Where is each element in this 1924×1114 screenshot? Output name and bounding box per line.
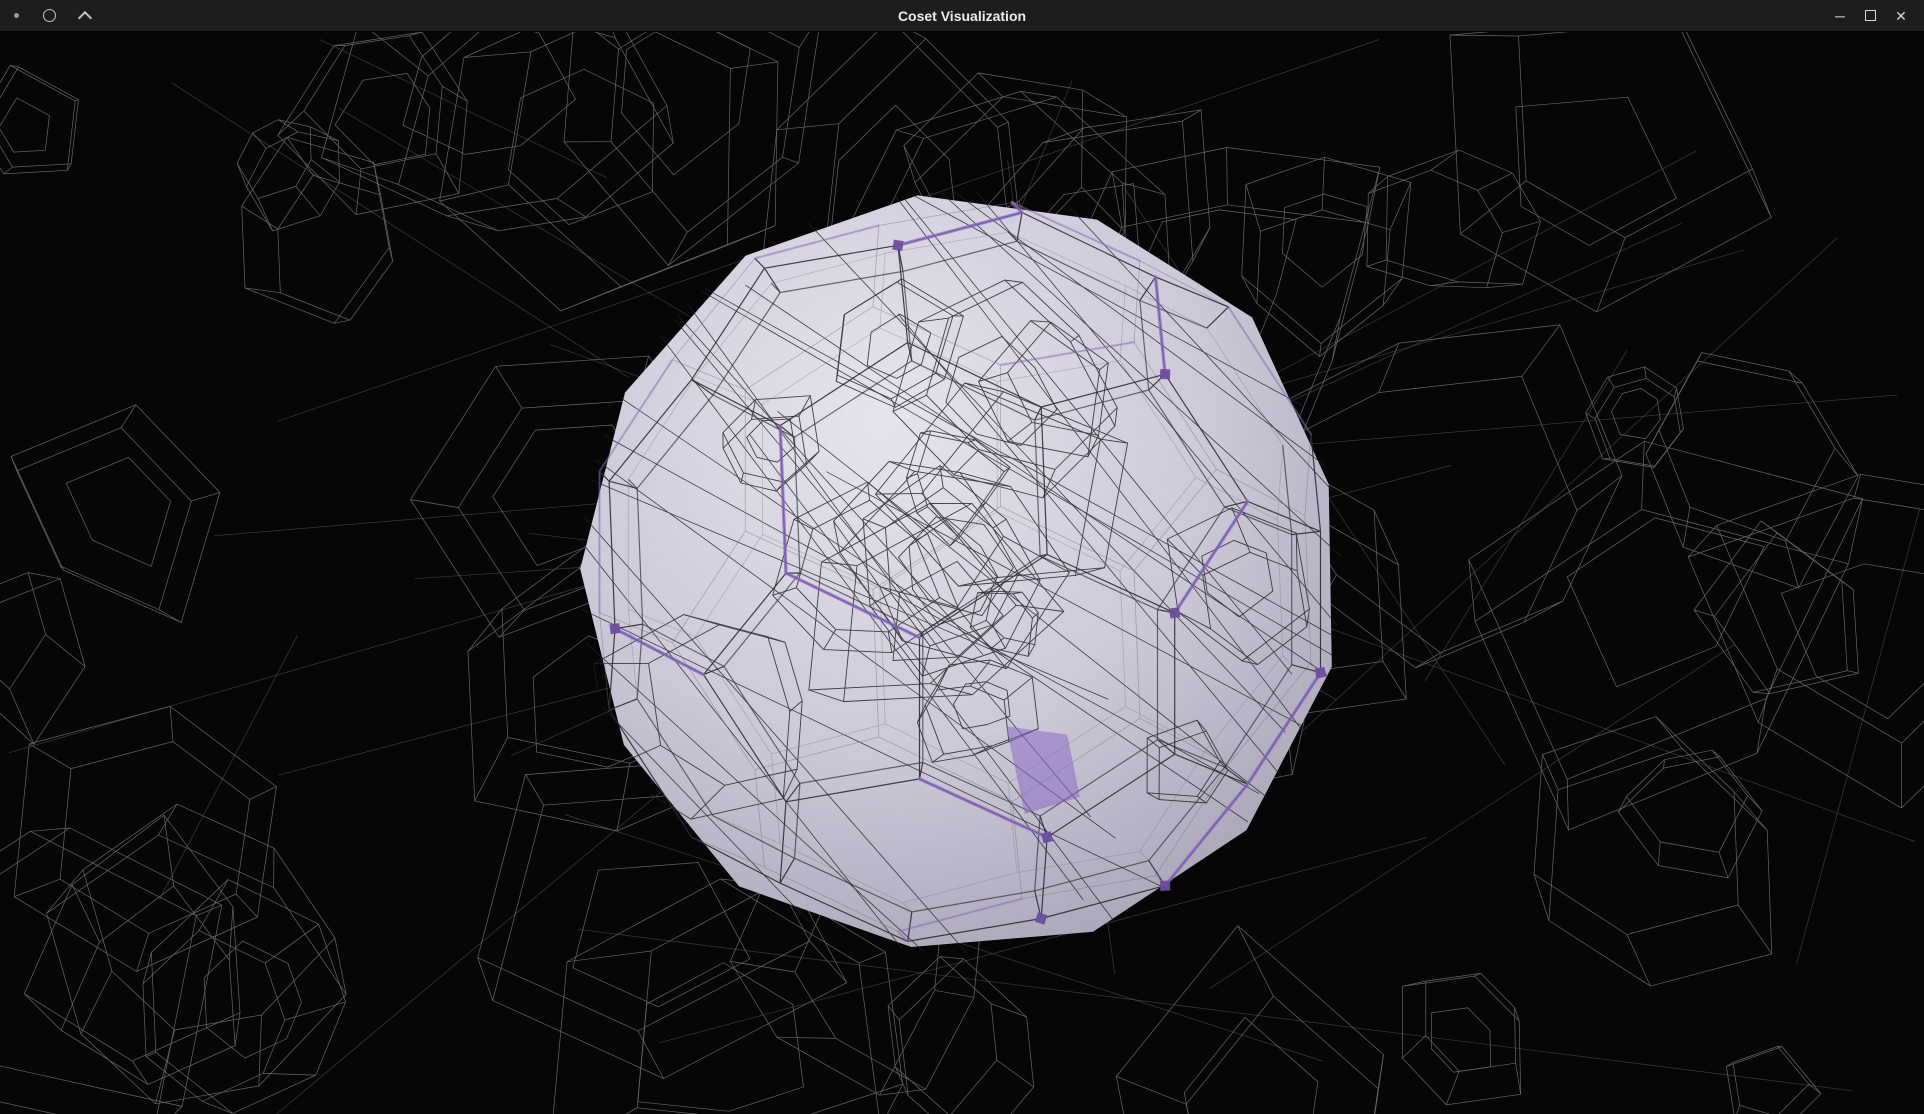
titlebar-left-icons [0, 9, 90, 23]
record-circle-icon[interactable] [43, 9, 56, 22]
scene-canvas[interactable] [0, 32, 1924, 1114]
chevron-up-icon[interactable] [78, 10, 92, 24]
app-window: Coset Visualization ─ ✕ [0, 0, 1924, 1114]
window-controls: ─ ✕ [1831, 0, 1924, 32]
maximize-button[interactable] [1865, 10, 1876, 21]
close-button[interactable]: ✕ [1892, 0, 1910, 32]
viewport[interactable] [0, 32, 1924, 1114]
minimize-button[interactable]: ─ [1831, 0, 1849, 32]
app-menu-dot-icon[interactable] [14, 13, 19, 18]
window-title: Coset Visualization [0, 8, 1924, 24]
titlebar: Coset Visualization ─ ✕ [0, 0, 1924, 32]
